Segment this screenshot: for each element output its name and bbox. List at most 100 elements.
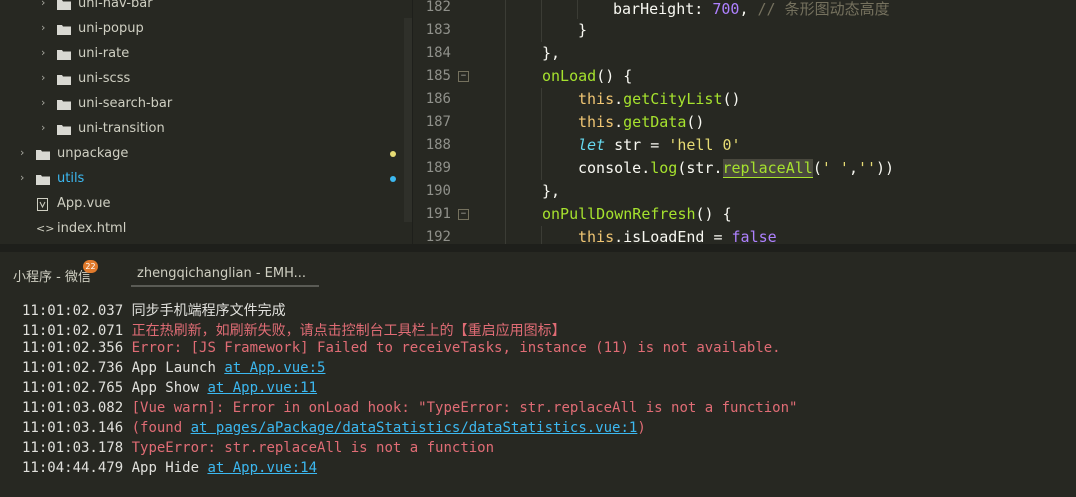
explorer-item-label: uni-scss (78, 71, 131, 86)
log-entry: 11:01:02.356 Error: [JS Framework] Faile… (22, 340, 781, 360)
code-file-icon: <> (36, 222, 55, 235)
folder-icon (57, 0, 71, 10)
log-entry: 11:01:02.765 App Show at App.vue:11 (22, 380, 317, 400)
code-line: 185 − onLoad() { (413, 65, 1076, 88)
log-message: 同步手机端程序文件完成 (131, 303, 286, 319)
line-number: 187 (425, 114, 451, 130)
explorer-item[interactable]: <> index.html (0, 217, 404, 242)
folder-icon (57, 100, 71, 110)
log-entry: 11:01:03.178 TypeError: str.replaceAll i… (22, 440, 494, 460)
line-number: 185 (425, 68, 451, 84)
explorer-item[interactable]: App.vue (0, 192, 404, 217)
line-number: 189 (425, 160, 451, 176)
modified-dot-icon (390, 176, 396, 182)
chevron-right-icon[interactable]: › (41, 22, 49, 33)
line-number: 188 (425, 137, 451, 153)
chevron-right-icon[interactable]: › (41, 97, 49, 108)
code-text: console.log(str.replaceAll(' ','')) (578, 159, 895, 178)
fold-toggle-icon[interactable]: − (458, 71, 469, 82)
code-text: let str = 'hell 0' (578, 136, 741, 154)
line-number: 183 (425, 22, 451, 38)
explorer-item[interactable]: › utils (0, 167, 404, 192)
explorer-item-label: App.vue (57, 196, 111, 211)
folder-icon (36, 150, 50, 160)
active-tab-indicator (131, 285, 319, 287)
explorer-item-label: uni-rate (78, 46, 130, 61)
code-line: 182 barHeight: 700, // 条形图动态高度 (413, 0, 1076, 19)
explorer-item[interactable]: › uni-search-bar (0, 92, 404, 117)
explorer-item[interactable]: › uni-transition (0, 117, 404, 142)
code-text: onLoad() { (542, 67, 633, 85)
folder-icon (57, 50, 71, 60)
log-source-link[interactable]: at App.vue:14 (207, 460, 317, 476)
log-timestamp: 11:04:44.479 (22, 460, 124, 476)
chevron-right-icon[interactable]: › (41, 0, 49, 8)
explorer-item-label: uni-transition (78, 121, 165, 136)
code-text: }, (542, 182, 561, 200)
code-text: barHeight: 700, // 条形图动态高度 (613, 0, 890, 18)
log-timestamp: 11:01:02.736 (22, 360, 124, 376)
code-text: }, (542, 44, 561, 62)
explorer-item[interactable]: › uni-rate (0, 42, 404, 67)
log-entry: 11:01:03.082 [Vue warn]: Error in onLoad… (22, 400, 797, 420)
log-entry: 11:04:44.479 App Hide at App.vue:14 (22, 460, 317, 480)
log-timestamp: 11:01:03.178 (22, 440, 124, 456)
explorer-item[interactable]: › unpackage (0, 142, 404, 167)
code-line: 192 this.isLoadEnd = false (413, 226, 1076, 244)
log-message: TypeError: str.replaceAll is not a funct… (131, 440, 495, 456)
log-source-link[interactable]: at pages/aPackage/dataStatistics/dataSta… (191, 420, 638, 436)
modified-dot-icon (390, 151, 396, 157)
code-text: onPullDownRefresh() { (542, 205, 732, 223)
explorer-item-label: uni-popup (78, 21, 144, 36)
search-highlight: replaceAll (722, 159, 813, 178)
explorer-item-label: uni-nav-bar (78, 0, 153, 11)
code-line: 184 }, (413, 42, 1076, 65)
log-timestamp: 11:01:03.146 (22, 420, 124, 436)
explorer-item[interactable]: › uni-scss (0, 67, 404, 92)
folder-icon (36, 175, 50, 185)
chevron-right-icon[interactable]: › (41, 47, 49, 58)
code-line: 191 − onPullDownRefresh() { (413, 203, 1076, 226)
log-timestamp: 11:01:03.082 (22, 400, 124, 416)
code-text: this.isLoadEnd = false (578, 228, 777, 244)
folder-icon (57, 125, 71, 135)
code-text: this.getData() (578, 113, 705, 131)
code-line: 187 this.getData() (413, 111, 1076, 134)
log-message: (found (131, 420, 191, 436)
log-entry: 11:01:02.037 同步手机端程序文件完成 (22, 300, 286, 320)
log-source-link[interactable]: at App.vue:5 (224, 360, 325, 376)
log-entry: 11:01:02.071 正在热刷新，如刷新失败，请点击控制台工具栏上的【重启应… (22, 320, 566, 340)
explorer-item[interactable]: › uni-popup (0, 17, 404, 42)
log-entry: 11:01:02.736 App Launch at App.vue:5 (22, 360, 325, 380)
tab-wechat-miniprogram[interactable]: 小程序 - 微信 (13, 266, 91, 285)
chevron-right-icon[interactable]: › (41, 122, 49, 133)
tab-zhengqichanglian[interactable]: zhengqichanglian - EMH... (137, 266, 306, 281)
code-editor[interactable]: 182 barHeight: 700, // 条形图动态高度 183 } 184… (412, 0, 1076, 244)
vue-file-icon (37, 198, 48, 211)
chevron-right-icon[interactable]: › (20, 147, 28, 158)
chevron-right-icon[interactable]: › (41, 72, 49, 83)
explorer-item-label: index.html (57, 221, 127, 236)
log-message: App Show (131, 380, 208, 396)
code-line: 189 console.log(str.replaceAll(' ','')) (413, 157, 1076, 180)
chevron-right-icon[interactable]: › (20, 172, 28, 183)
explorer-item-label: unpackage (57, 146, 129, 161)
project-explorer: › uni-nav-bar › uni-popup › uni-rate › uni-scss… (0, 0, 404, 244)
folder-icon (57, 25, 71, 35)
folder-icon (57, 75, 71, 85)
explorer-item[interactable]: › uni-nav-bar (0, 0, 404, 17)
log-timestamp: 11:01:02.356 (22, 340, 124, 356)
log-message: 正在热刷新，如刷新失败，请点击控制台工具栏上的【重启应用图标】 (131, 323, 566, 339)
fold-toggle-icon[interactable]: − (458, 209, 469, 220)
explorer-scrollbar[interactable] (404, 18, 412, 222)
explorer-item-label: utils (57, 171, 85, 186)
line-number: 191 (425, 206, 451, 222)
log-entry: 11:01:03.146 (found at pages/aPackage/da… (22, 420, 646, 440)
panel-splitter[interactable] (0, 244, 1076, 252)
log-message: App Launch (131, 360, 225, 376)
log-source-link[interactable]: at App.vue:11 (207, 380, 317, 396)
log-timestamp: 11:01:02.037 (22, 303, 124, 319)
line-number: 186 (425, 91, 451, 107)
line-number: 192 (425, 229, 451, 244)
console-tabs: 小程序 - 微信 22 zhengqichanglian - EMH... (0, 252, 1076, 288)
